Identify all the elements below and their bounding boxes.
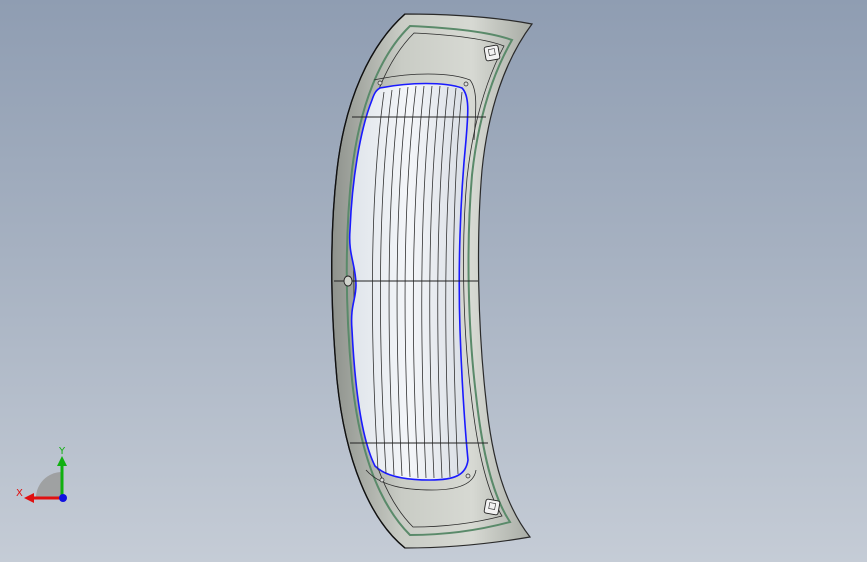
clip-top-right[interactable] (463, 81, 469, 87)
clip-top-left[interactable] (377, 80, 383, 86)
clip-bottom-right[interactable] (465, 473, 471, 479)
window-glass[interactable] (348, 82, 469, 481)
model-canvas[interactable] (0, 0, 867, 562)
y-axis-label: Y (58, 446, 66, 457)
view-orientation-triad[interactable]: X Y (10, 440, 80, 510)
x-axis-arrow-icon (24, 493, 34, 503)
clip-bottom-left[interactable] (379, 477, 385, 483)
x-axis-label: X (16, 488, 23, 499)
z-axis-dot-icon (59, 494, 67, 502)
center-hole[interactable] (343, 275, 353, 287)
y-axis-arrow-icon (57, 456, 67, 466)
graphics-viewport[interactable]: X Y (0, 0, 867, 562)
top-right-bracket[interactable] (483, 44, 501, 62)
bottom-right-bracket[interactable] (483, 498, 501, 516)
triad-plane-icon (36, 472, 62, 498)
